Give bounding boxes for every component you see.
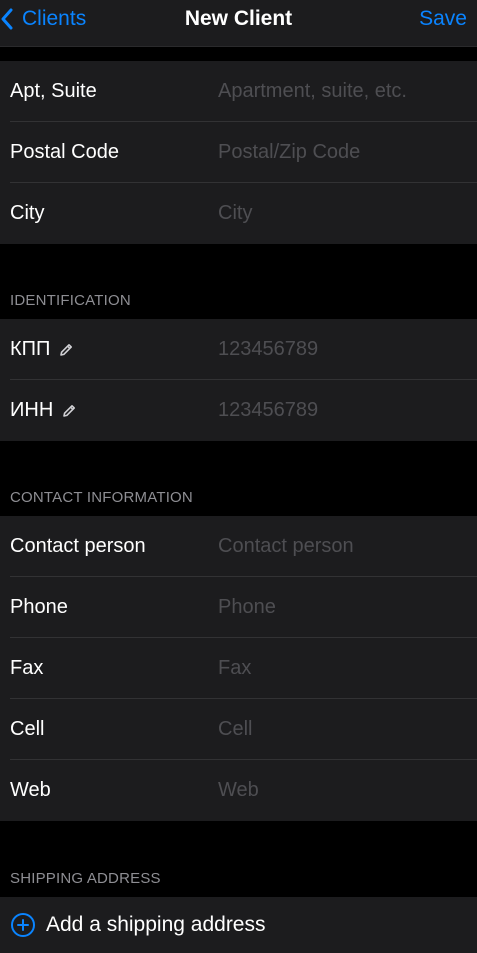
inn-label: ИНН [10, 399, 54, 421]
contact-person-row: Contact person [0, 516, 477, 577]
kpp-label-wrap: КПП [10, 338, 74, 361]
phone-label: Phone [10, 596, 68, 618]
cell-input[interactable] [218, 718, 468, 741]
inn-label-wrap: ИНН [10, 399, 77, 422]
add-shipping-address-label: Add a shipping address [46, 913, 266, 936]
web-label: Web [10, 779, 51, 801]
shipping-address-header: SHIPPING ADDRESS [10, 870, 161, 887]
chevron-left-icon [0, 8, 22, 30]
inn-input[interactable] [218, 399, 468, 422]
add-shipping-address-button[interactable]: Add a shipping address [0, 897, 477, 953]
pencil-icon[interactable] [61, 403, 77, 419]
cell-row: Cell [0, 699, 477, 760]
contact-information-section: Contact person Phone Fax Cell Web [0, 516, 477, 821]
shipping-address-section: Add a shipping address [0, 897, 477, 953]
fax-input[interactable] [218, 657, 468, 680]
phone-row: Phone [0, 577, 477, 638]
apt-suite-label: Apt, Suite [10, 80, 97, 102]
address-section: Apt, Suite Postal Code City [0, 61, 477, 244]
inn-row: ИНН [0, 380, 477, 441]
kpp-row: КПП [0, 319, 477, 380]
phone-input[interactable] [218, 596, 468, 619]
back-button-label: Clients [22, 7, 87, 30]
kpp-input[interactable] [218, 338, 468, 361]
plus-circle-icon [10, 912, 46, 938]
postal-code-row: Postal Code [0, 122, 477, 183]
apt-suite-row: Apt, Suite [0, 61, 477, 122]
apt-suite-input[interactable] [218, 80, 468, 103]
city-label: City [10, 202, 45, 224]
identification-header: IDENTIFICATION [10, 292, 131, 309]
postal-code-input[interactable] [218, 141, 468, 164]
fax-label: Fax [10, 657, 44, 679]
postal-code-label: Postal Code [10, 141, 119, 163]
cell-label: Cell [10, 718, 45, 740]
city-row: City [0, 183, 477, 244]
fax-row: Fax [0, 638, 477, 699]
web-row: Web [0, 760, 477, 821]
save-button[interactable]: Save [419, 0, 467, 38]
contact-person-label: Contact person [10, 535, 146, 557]
kpp-label: КПП [10, 338, 51, 360]
back-button[interactable]: Clients [0, 0, 86, 38]
city-input[interactable] [218, 202, 468, 225]
web-input[interactable] [218, 779, 468, 802]
contact-information-header: CONTACT INFORMATION [10, 489, 193, 506]
pencil-icon[interactable] [58, 342, 74, 358]
contact-person-input[interactable] [218, 535, 468, 558]
navigation-bar: New Client Clients Save [0, 0, 477, 47]
identification-section: КПП ИНН [0, 319, 477, 441]
